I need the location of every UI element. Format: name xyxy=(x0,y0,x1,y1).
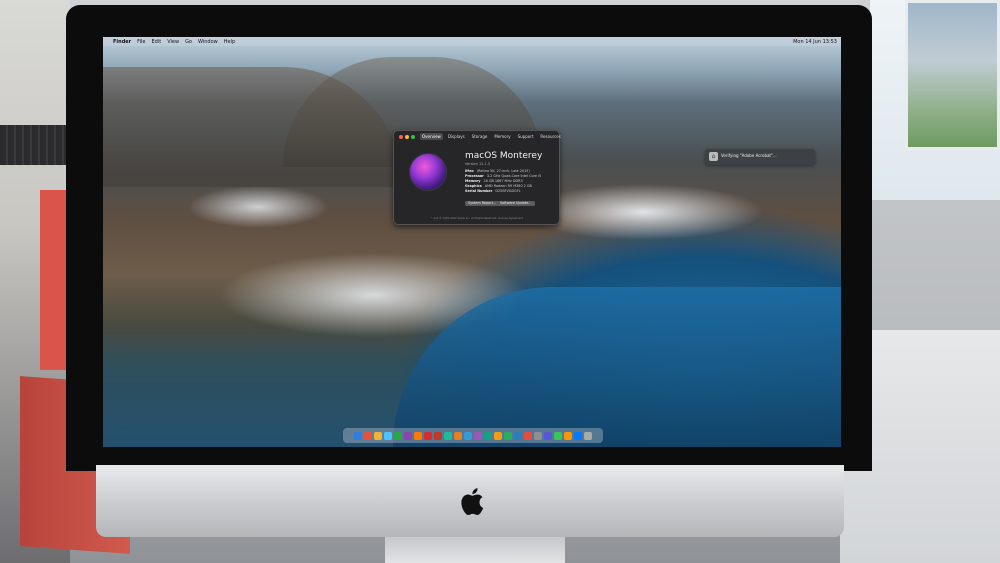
dock-app-icon[interactable] xyxy=(514,431,522,440)
spec-row: Memory 16 GB 1867 MHz DDR3 xyxy=(465,179,523,183)
os-name: macOS Monterey xyxy=(465,151,543,161)
os-version: Version 12.1.5 xyxy=(465,162,491,166)
about-this-mac-window[interactable]: Overview Displays Storage Memory Support… xyxy=(393,130,563,225)
about-tabs: Overview Displays Storage Memory Support… xyxy=(420,133,563,140)
menu-bar: Finder File Edit View Go Window Help Mon… xyxy=(103,37,841,46)
dock-app-icon[interactable] xyxy=(504,431,512,440)
menu-item-view[interactable]: View xyxy=(167,39,179,45)
spec-row: Serial Number D25BFVGDGFL xyxy=(465,189,521,193)
menu-item-window[interactable]: Window xyxy=(198,39,218,45)
spec-row: Processor 3.2 GHz Quad-Core Intel Core i5 xyxy=(465,174,542,178)
imac-stand xyxy=(385,537,565,563)
tab-support[interactable]: Support xyxy=(516,133,536,140)
tab-overview[interactable]: Overview xyxy=(420,133,443,140)
system-report-button[interactable]: System Report... xyxy=(465,201,500,206)
screen-desktop: Finder File Edit View Go Window Help Mon… xyxy=(103,37,841,447)
room-window-pane xyxy=(905,0,1000,150)
installer-icon: ⌂ xyxy=(709,152,718,161)
menu-item-go[interactable]: Go xyxy=(185,39,192,45)
tab-memory[interactable]: Memory xyxy=(492,133,512,140)
tab-storage[interactable]: Storage xyxy=(470,133,490,140)
dock-app-icon[interactable] xyxy=(464,431,472,440)
dock-app-icon[interactable] xyxy=(374,431,382,440)
dock-app-icon[interactable] xyxy=(414,431,422,440)
notification-text: Verifying "Adobe Acrobat"... xyxy=(721,153,777,158)
close-button[interactable] xyxy=(399,135,403,139)
notification-banner[interactable]: ⌂ Verifying "Adobe Acrobat"... xyxy=(705,149,815,165)
menubar-clock[interactable]: Mon 14 Jun 13:53 xyxy=(793,39,837,45)
dock-app-icon[interactable] xyxy=(524,431,532,440)
dock-app-icon[interactable] xyxy=(354,431,362,440)
dock-app-icon[interactable] xyxy=(454,431,462,440)
dock-app-icon[interactable] xyxy=(474,431,482,440)
software-update-button[interactable]: Software Update... xyxy=(497,201,535,206)
dock-app-icon[interactable] xyxy=(534,431,542,440)
zoom-button[interactable] xyxy=(411,135,415,139)
dock-app-icon[interactable] xyxy=(584,431,592,440)
window-controls xyxy=(399,135,415,139)
menu-item-finder[interactable]: Finder xyxy=(113,39,131,45)
macos-monterey-logo-icon xyxy=(409,153,447,191)
dock-app-icon[interactable] xyxy=(494,431,502,440)
dock-app-icon[interactable] xyxy=(574,431,582,440)
menu-item-edit[interactable]: Edit xyxy=(152,39,162,45)
menu-item-file[interactable]: File xyxy=(137,39,145,45)
copyright-text: ™ and © 1983-2022 Apple Inc. All Rights … xyxy=(430,217,523,220)
dock xyxy=(343,428,603,443)
tab-displays[interactable]: Displays xyxy=(446,133,467,140)
dock-app-icon[interactable] xyxy=(424,431,432,440)
dock-app-icon[interactable] xyxy=(404,431,412,440)
dock-app-icon[interactable] xyxy=(434,431,442,440)
spec-row: Graphics AMD Radeon R9 M380 2 GB xyxy=(465,184,532,188)
dock-app-icon[interactable] xyxy=(564,431,572,440)
dock-app-icon[interactable] xyxy=(544,431,552,440)
menu-item-help[interactable]: Help xyxy=(224,39,235,45)
spec-row: iMac (Retina 5K, 27-inch, Late 2015) xyxy=(465,169,530,173)
dock-app-icon[interactable] xyxy=(444,431,452,440)
dock-app-icon[interactable] xyxy=(484,431,492,440)
dock-app-icon[interactable] xyxy=(394,431,402,440)
dock-app-icon[interactable] xyxy=(554,431,562,440)
apple-logo-icon xyxy=(459,483,489,519)
minimize-button[interactable] xyxy=(405,135,409,139)
tab-resources[interactable]: Resources xyxy=(538,133,562,140)
keyboard xyxy=(0,125,72,165)
ocean-bay xyxy=(393,287,841,447)
dock-app-icon[interactable] xyxy=(384,431,392,440)
dock-app-icon[interactable] xyxy=(364,431,372,440)
